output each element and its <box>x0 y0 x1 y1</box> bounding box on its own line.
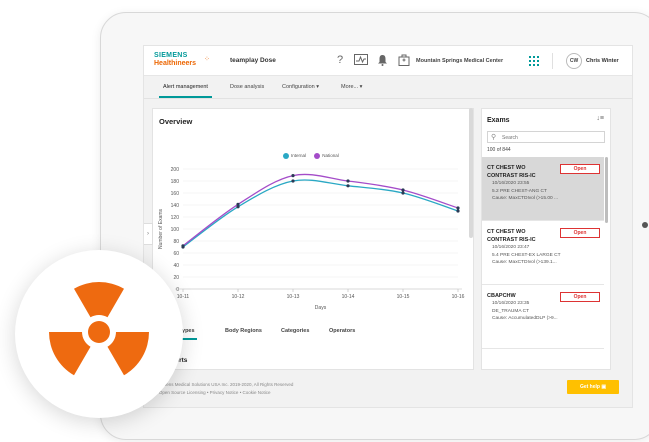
exam-cause: Cause: AccumulatedDLP (>9... <box>492 316 558 321</box>
user-avatar[interactable]: CW <box>566 53 582 69</box>
stage: SIEMENS Healthineers ⁘ teamplay Dose ? M… <box>0 0 649 442</box>
organization-name[interactable]: Mountain Springs Medical Center <box>416 58 503 64</box>
y-tick-label: 100 <box>171 227 180 233</box>
data-point-national <box>291 174 295 178</box>
activity-icon[interactable] <box>354 54 368 65</box>
data-point-national <box>346 179 350 183</box>
app-footer: Siemens Medical Solutions USA Inc. 2019-… <box>144 376 632 407</box>
x-tick-label: 10-13 <box>287 294 300 300</box>
exam-search-input[interactable] <box>502 133 602 142</box>
app-screen: SIEMENS Healthineers ⁘ teamplay Dose ? M… <box>143 45 633 408</box>
exam-protocol: DE_TRAUMA CT <box>492 308 530 314</box>
app-header: SIEMENS Healthineers ⁘ teamplay Dose ? M… <box>144 46 632 76</box>
x-tick-label: 10-15 <box>397 294 410 300</box>
x-tick-label: 10-16 <box>452 294 465 300</box>
help-icon[interactable]: ? <box>337 54 343 66</box>
data-point-national <box>236 202 240 206</box>
exams-title: Exams <box>487 117 510 124</box>
data-point-internal <box>401 191 405 195</box>
series-line-national <box>182 173 459 247</box>
open-exam-button[interactable]: Open <box>560 292 600 302</box>
data-point-national <box>181 244 185 248</box>
exam-cause: Cause: MaxCTDIvol (>15.00 ... <box>492 196 558 201</box>
exam-card[interactable]: CBAPCHW 10/16/2020 23:35 DE_TRAUMA CT Ca… <box>482 285 604 349</box>
exams-panel: Exams ↓≡ ⚲ 100 of 844 CT CHEST WO CONTRA… <box>481 108 611 370</box>
get-help-button[interactable]: Get help ▣ <box>567 380 619 394</box>
data-point-national <box>456 206 460 210</box>
open-exam-button[interactable]: Open <box>560 228 600 238</box>
brand-dots-icon: ⁘ <box>204 56 210 63</box>
exam-date: 10/16/2020 23:55 <box>492 181 530 186</box>
overview-title: Overview <box>159 117 193 126</box>
y-tick-label: 80 <box>173 239 179 245</box>
nav-more[interactable]: More... ▾ <box>341 84 362 90</box>
exams-line-chart: 02040608010012014016018020010-11 10-12 10-… <box>158 167 465 311</box>
data-point-internal <box>346 184 350 188</box>
overview-tabs: ...lity Types Body Regions Categories Op… <box>153 326 473 340</box>
exam-cause: Cause: MaxCTDIvol (>139.1... <box>492 260 557 265</box>
tab-operators[interactable]: Operators <box>329 328 355 334</box>
overview-panel: Overview Internal National 0 20 40 60 80 100 1… <box>152 108 474 370</box>
y-axis-title: Number of Exams <box>158 208 164 249</box>
tab-body-regions[interactable]: Body Regions <box>225 328 262 334</box>
overview-scrollbar[interactable] <box>469 108 473 238</box>
x-tick-label: 10-12 <box>232 294 245 300</box>
data-point-national <box>401 188 405 192</box>
search-icon: ⚲ <box>491 134 497 141</box>
exam-list: CT CHEST WO CONTRAST RIS-IC 10/16/2020 2… <box>482 157 604 349</box>
nav-configuration[interactable]: Configuration ▾ <box>282 84 319 90</box>
exam-count: 100 of 844 <box>487 147 511 153</box>
open-exam-button[interactable]: Open <box>560 164 600 174</box>
exam-name: CBAPCHW <box>487 293 516 299</box>
apps-grid-icon[interactable] <box>529 56 539 66</box>
data-point-internal <box>291 179 295 183</box>
exam-protocol: 5.4 PRE CHEST-EX LARGE CT <box>492 252 561 258</box>
bell-icon[interactable] <box>377 54 388 66</box>
exam-name: CT CHEST WO CONTRAST RIS-IC <box>487 229 536 243</box>
siemens-healthineers-logo[interactable]: SIEMENS Healthineers ⁘ <box>154 52 214 72</box>
expand-sidebar-chevron-icon[interactable]: › <box>144 223 153 245</box>
main-nav: Alert management Dose analysis Configura… <box>144 77 632 99</box>
hospital-icon[interactable] <box>398 54 410 66</box>
radiation-icon <box>49 282 149 376</box>
x-axis-title: Days <box>315 305 327 311</box>
user-name[interactable]: Chris Winter <box>586 58 619 64</box>
app-name: teamplay Dose <box>230 57 276 64</box>
data-point-internal <box>456 209 460 213</box>
tab-categories[interactable]: Categories <box>281 328 309 334</box>
sort-icon[interactable]: ↓≡ <box>596 115 604 122</box>
exam-name: CT CHEST WO CONTRAST RIS-IC <box>487 165 536 179</box>
nav-dose-analysis[interactable]: Dose analysis <box>230 84 264 90</box>
x-tick-label: 10-14 <box>342 294 355 300</box>
nav-alert-management[interactable]: Alert management <box>159 84 212 98</box>
y-tick-label: 160 <box>171 191 180 197</box>
y-tick-label: 200 <box>171 167 180 173</box>
exam-date: 10/16/2020 23:47 <box>492 245 530 250</box>
y-tick-label: 120 <box>171 215 180 221</box>
exam-protocol: 5.2 PRE CHEST-ANG CT <box>492 188 547 194</box>
exam-list-scrollbar[interactable] <box>605 157 608 223</box>
y-tick-label: 140 <box>171 203 180 209</box>
radiation-badge <box>15 250 183 418</box>
y-tick-label: 180 <box>171 179 180 185</box>
exam-search-box[interactable]: ⚲ <box>487 131 605 143</box>
exam-card[interactable]: CT CHEST WO CONTRAST RIS-IC 10/16/2020 2… <box>482 157 604 221</box>
header-divider <box>552 53 553 69</box>
exam-card[interactable]: CT CHEST WO CONTRAST RIS-IC 10/16/2020 2… <box>482 221 604 285</box>
tablet-camera-dot <box>642 222 648 228</box>
